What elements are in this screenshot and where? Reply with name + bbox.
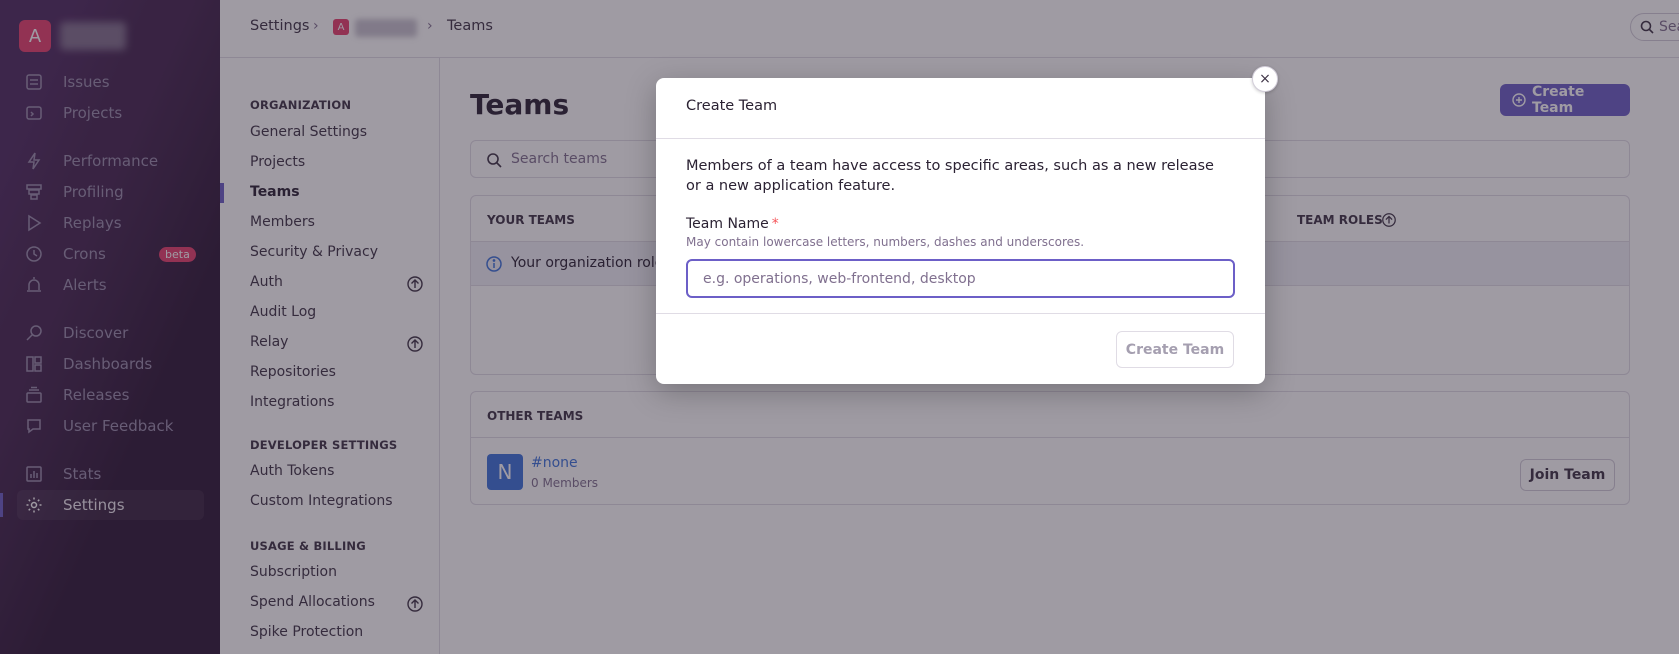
create-team-submit-button[interactable]: Create Team xyxy=(1116,331,1234,368)
team-name-help-text: May contain lowercase letters, numbers, … xyxy=(686,235,1085,249)
modal-description: Members of a team have access to specifi… xyxy=(686,158,1214,194)
team-name-input[interactable] xyxy=(686,259,1235,298)
modal-header: Create Team xyxy=(656,78,1265,139)
create-team-modal: Create Team × Members of a team have acc… xyxy=(656,66,1278,384)
team-name-label-text: Team Name xyxy=(686,216,769,232)
required-indicator: * xyxy=(771,216,779,232)
modal-title: Create Team xyxy=(686,98,778,114)
modal-footer: Create Team xyxy=(656,313,1265,384)
app: A Issues Projects Performance Profiling … xyxy=(0,0,1679,654)
team-name-label: Team Name * xyxy=(686,216,779,232)
close-icon[interactable]: × xyxy=(1252,66,1278,92)
